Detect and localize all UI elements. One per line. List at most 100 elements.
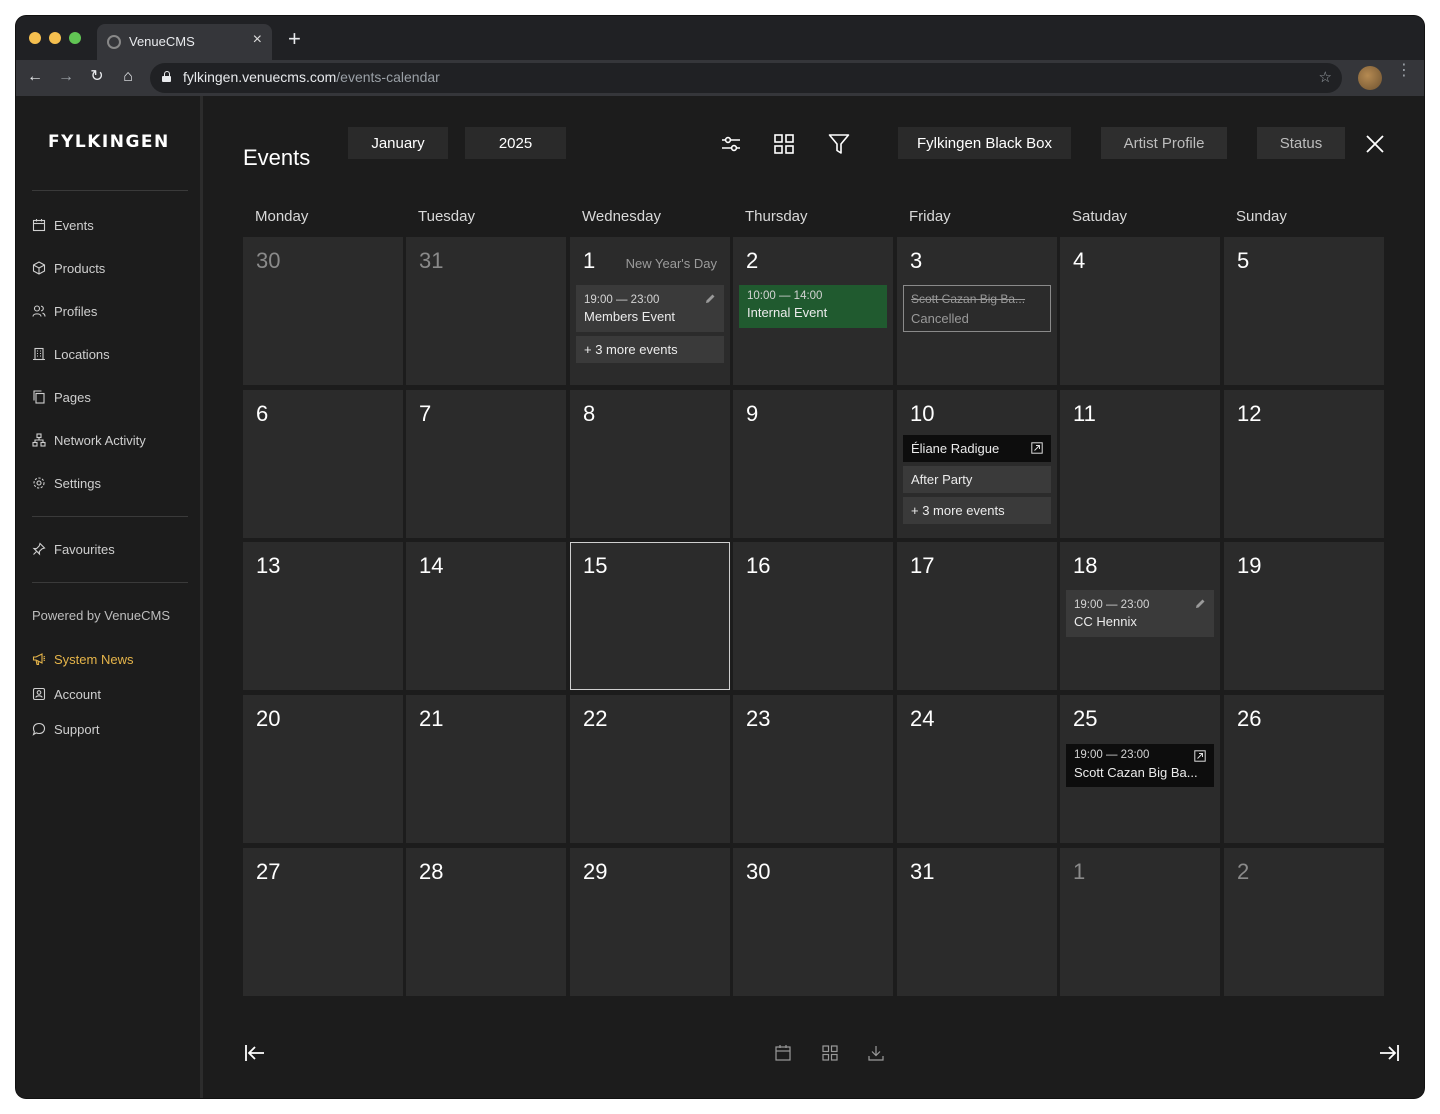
day-number: 21 — [419, 706, 444, 731]
calendar-day[interactable]: 29 — [570, 848, 730, 996]
event-card[interactable]: 19:00 — 23:00 Members Event — [576, 285, 724, 332]
sidebar-item-events[interactable]: Events — [32, 214, 94, 236]
sidebar-item-settings[interactable]: Settings — [32, 472, 101, 494]
profile-avatar[interactable] — [1358, 66, 1382, 90]
calendar-day[interactable]: 9 — [733, 390, 893, 538]
calendar-day[interactable]: 19 — [1224, 542, 1384, 690]
calendar-day[interactable]: 24 — [897, 695, 1057, 843]
network-icon — [32, 433, 46, 447]
forward-icon[interactable]: → — [56, 68, 76, 86]
calendar-day[interactable]: 20 — [243, 695, 403, 843]
sidebar-item-label: Pages — [54, 389, 91, 405]
event-card[interactable]: 19:00 — 23:00 CC Hennix — [1066, 590, 1214, 637]
sidebar-item-favourites[interactable]: Favourites — [32, 538, 115, 560]
calendar-day[interactable]: 27 — [243, 848, 403, 996]
calendar-day[interactable]: 2 10:00 — 14:00 Internal Event — [733, 237, 893, 385]
calendar-day[interactable]: 3 Scott Cazan Big Ba... Cancelled — [897, 237, 1057, 385]
calendar-day[interactable]: 13 — [243, 542, 403, 690]
calendar-day[interactable]: 6 — [243, 390, 403, 538]
sidebar-item-label: Support — [54, 721, 100, 737]
calendar-day[interactable]: 21 — [406, 695, 566, 843]
artist-profile-filter[interactable]: Artist Profile — [1101, 127, 1227, 159]
calendar-day[interactable]: 17 — [897, 542, 1057, 690]
day-number: 16 — [746, 553, 771, 578]
year-select[interactable]: 2025 — [465, 127, 566, 159]
address-bar[interactable]: fylkingen.venuecms.com/events-calendar ☆ — [150, 63, 1342, 93]
status-filter[interactable]: Status — [1257, 127, 1345, 159]
pencil-icon[interactable] — [704, 293, 716, 305]
sidebar-item-profiles[interactable]: Profiles — [32, 300, 97, 322]
calendar-day[interactable]: 12 — [1224, 390, 1384, 538]
calendar-day[interactable]: 26 — [1224, 695, 1384, 843]
calendar-day[interactable]: 14 — [406, 542, 566, 690]
calendar-day[interactable]: 1 New Year's Day 19:00 — 23:00 Members E… — [570, 237, 730, 385]
calendar-day[interactable]: 2 — [1224, 848, 1384, 996]
weekday-header: Sunday — [1236, 208, 1287, 225]
sidebar-item-support[interactable]: Support — [32, 718, 100, 740]
calendar-day[interactable]: 16 — [733, 542, 893, 690]
event-card[interactable]: 10:00 — 14:00 Internal Event — [739, 285, 887, 328]
sidebar-item-label: Settings — [54, 475, 101, 491]
minimize-dot[interactable] — [29, 32, 41, 44]
open-external-icon[interactable] — [1031, 442, 1043, 454]
new-tab-icon[interactable]: + — [288, 28, 301, 50]
sidebar-item-network-activity[interactable]: Network Activity — [32, 429, 146, 451]
calendar-day[interactable]: 1 — [1060, 848, 1220, 996]
calendar-day[interactable]: 31 — [406, 237, 566, 385]
calendar-day[interactable]: 23 — [733, 695, 893, 843]
main-content: Events January 2025 Fylkingen Black Box … — [203, 96, 1424, 1098]
calendar-day[interactable]: 11 — [1060, 390, 1220, 538]
calendar-day[interactable]: 22 — [570, 695, 730, 843]
month-select[interactable]: January — [348, 127, 448, 159]
more-events-link[interactable]: + 3 more events — [903, 497, 1051, 524]
back-icon[interactable]: ← — [25, 68, 45, 86]
close-icon[interactable] — [1363, 132, 1387, 156]
sidebar-item-locations[interactable]: Locations — [32, 343, 110, 365]
calendar-day[interactable]: 30 — [733, 848, 893, 996]
reload-icon[interactable]: ↻ — [87, 68, 107, 86]
sidebar-item-account[interactable]: Account — [32, 683, 101, 705]
sidebar-item-label: Events — [54, 217, 94, 233]
calendar-day[interactable]: 28 — [406, 848, 566, 996]
last-page-icon[interactable] — [1377, 1041, 1401, 1065]
calendar-day[interactable]: 18 19:00 — 23:00 CC Hennix — [1060, 542, 1220, 690]
event-card[interactable]: After Party — [903, 466, 1051, 493]
day-number: 31 — [910, 859, 935, 884]
calendar-day[interactable]: 5 — [1224, 237, 1384, 385]
calendar-day[interactable]: 30 — [243, 237, 403, 385]
first-page-icon[interactable] — [243, 1041, 267, 1065]
browser-tab[interactable]: VenueCMS × — [97, 24, 272, 60]
filter-icon[interactable] — [827, 132, 851, 156]
sidebar-item-pages[interactable]: Pages — [32, 386, 91, 408]
cancelled-event-card[interactable]: Scott Cazan Big Ba... Cancelled — [903, 285, 1051, 332]
grid-view-icon[interactable] — [820, 1043, 840, 1063]
calendar-day[interactable]: 10 Éliane Radigue After Party + 3 more e… — [897, 390, 1057, 538]
minimize-dot-2[interactable] — [49, 32, 61, 44]
calendar-day[interactable]: 7 — [406, 390, 566, 538]
browser-menu-icon[interactable]: ⋮ — [1396, 63, 1412, 79]
maximize-dot[interactable] — [69, 32, 81, 44]
grid-icon[interactable] — [772, 132, 796, 156]
pencil-icon[interactable] — [1194, 598, 1206, 610]
event-card[interactable]: Éliane Radigue — [903, 435, 1051, 462]
bookmark-star-icon[interactable]: ☆ — [1319, 68, 1332, 86]
download-icon[interactable] — [866, 1043, 886, 1063]
sliders-icon[interactable] — [719, 132, 743, 156]
calendar-view-icon[interactable] — [773, 1043, 793, 1063]
calendar-day[interactable]: 8 — [570, 390, 730, 538]
day-number: 5 — [1237, 248, 1250, 273]
day-number: 28 — [419, 859, 444, 884]
day-number: 19 — [1237, 553, 1262, 578]
home-icon[interactable]: ⌂ — [118, 68, 138, 86]
calendar-day-today[interactable]: 15 — [570, 542, 730, 690]
venue-filter[interactable]: Fylkingen Black Box — [898, 127, 1071, 159]
calendar-day[interactable]: 25 19:00 — 23:00 Scott Cazan Big Ba... — [1060, 695, 1220, 843]
tab-close-icon[interactable]: × — [253, 31, 262, 49]
calendar-day[interactable]: 31 — [897, 848, 1057, 996]
more-events-link[interactable]: + 3 more events — [576, 336, 724, 363]
calendar-day[interactable]: 4 — [1060, 237, 1220, 385]
sidebar-item-products[interactable]: Products — [32, 257, 105, 279]
open-external-icon[interactable] — [1194, 750, 1206, 762]
sidebar-item-system-news[interactable]: System News — [32, 648, 133, 670]
event-card[interactable]: 19:00 — 23:00 Scott Cazan Big Ba... — [1066, 744, 1214, 787]
